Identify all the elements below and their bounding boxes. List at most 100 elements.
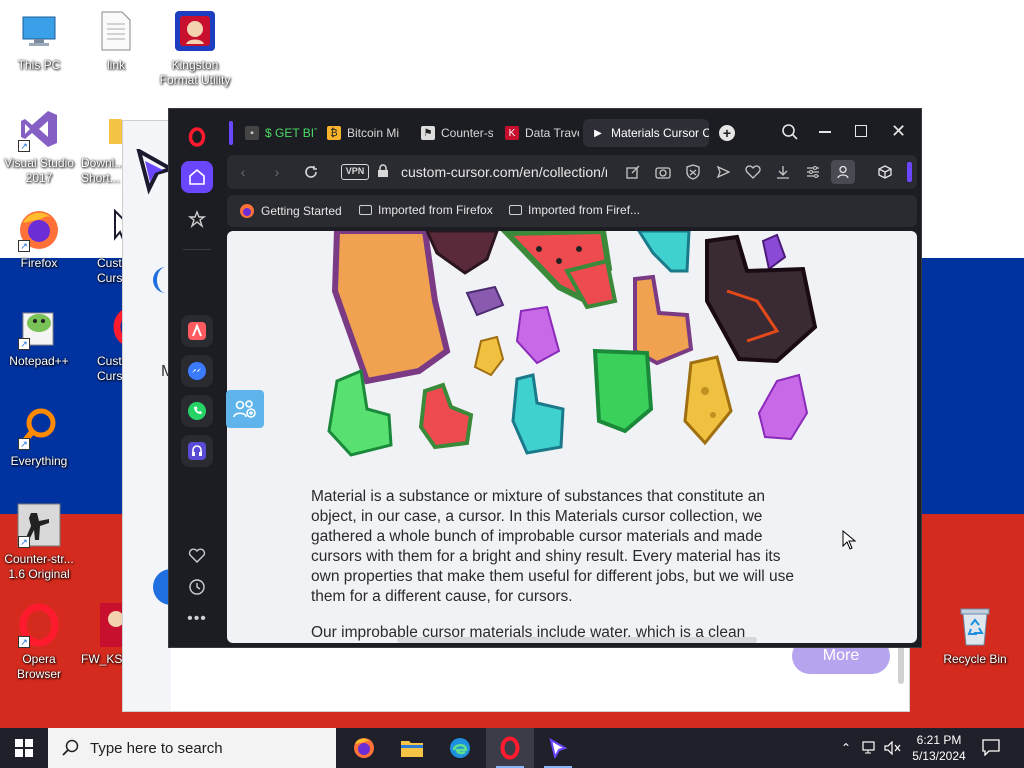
heart-icon[interactable] — [181, 539, 213, 571]
sidebar-divider — [183, 249, 211, 250]
desktop-icon-opera[interactable]: ↗ Opera Browser — [0, 602, 78, 682]
collection-description-paragraph: Material is a substance or mixture of su… — [311, 488, 795, 605]
maximize-button[interactable] — [855, 125, 867, 137]
history-clock-icon[interactable] — [181, 571, 213, 603]
tab-favicon-icon: ₿ — [327, 126, 341, 140]
close-icon[interactable]: ✕ — [891, 121, 906, 142]
tab-label: Data Trave — [525, 126, 579, 140]
desktop-icon-everything[interactable]: ↗ Everything — [0, 404, 78, 469]
bookmark-imported-from-firefox[interactable]: Imported from Firefox — [359, 203, 493, 217]
lock-icon[interactable] — [377, 164, 389, 183]
tab-favicon-icon: K — [505, 126, 519, 140]
minimize-button[interactable] — [819, 131, 831, 133]
desktop-icon-counter-strike[interactable]: ↗ Counter-str... 1.6 Original — [0, 502, 78, 582]
desktop-icon-notepad-plus[interactable]: ↗ Notepad++ — [0, 304, 78, 369]
vpn-badge[interactable]: VPN — [341, 164, 369, 180]
bookmark-label: Getting Started — [261, 204, 342, 218]
taskbar-file-explorer[interactable] — [388, 728, 436, 768]
shortcut-arrow-icon: ↗ — [18, 438, 30, 450]
more-options-icon[interactable]: ••• — [181, 603, 213, 635]
tab-favicon-icon: ▶ — [594, 127, 602, 139]
reload-icon[interactable] — [301, 162, 321, 182]
taskbar-custom-cursor[interactable] — [534, 728, 582, 768]
folder-icon — [359, 205, 372, 215]
edge-icon — [450, 738, 470, 758]
bookmarks-bar: Getting Started Imported from Firefox Im… — [227, 195, 917, 227]
bookmark-getting-started[interactable]: Getting Started — [239, 203, 342, 219]
sidebar-toggle-accent[interactable] — [907, 162, 912, 182]
volume-muted-icon[interactable] — [884, 741, 902, 755]
home-icon[interactable] — [181, 161, 213, 193]
desktop-icon-fw-ks1[interactable]: FW_KS1... — [77, 602, 127, 667]
taskbar-firefox[interactable] — [340, 728, 388, 768]
bookmark-heart-icon[interactable] — [743, 162, 763, 182]
desktop-icon-label: Everything — [10, 454, 68, 468]
tab-search-icon[interactable] — [781, 123, 799, 146]
flow-send-icon[interactable] — [713, 162, 733, 182]
aria-ai-icon[interactable] — [181, 315, 213, 347]
back-icon[interactable]: ‹ — [233, 162, 253, 182]
bookmark-imported-from-firef[interactable]: Imported from Firef... — [509, 203, 640, 217]
taskbar-edge[interactable] — [436, 728, 484, 768]
desktop-icon-custom-cursor-1[interactable]: Cust... Curs... — [77, 206, 127, 286]
opera-icon: ↗ — [16, 602, 62, 648]
desktop-icon-firefox[interactable]: ↗ Firefox — [0, 206, 78, 271]
desktop-icon-kingston[interactable]: Kingston Format Utility — [156, 8, 234, 88]
tab-counter-st[interactable]: ⚑ Counter-st — [413, 119, 493, 147]
url-field[interactable]: custom-cursor.com/en/collection/m — [401, 164, 607, 180]
opera-menu-icon[interactable] — [181, 121, 213, 153]
kingston-icon — [172, 8, 218, 54]
music-player-icon[interactable] — [181, 435, 213, 467]
page-horizontal-scrollbar[interactable] — [397, 637, 757, 643]
taskbar-search-box[interactable]: Type here to search — [48, 728, 336, 768]
tray-overflow-chevron-icon[interactable]: ⌃ — [838, 741, 854, 755]
folder-icon — [509, 205, 522, 215]
bookmark-label: Imported from Firefox — [378, 203, 493, 217]
start-button[interactable] — [0, 728, 48, 768]
download-icon[interactable] — [773, 162, 793, 182]
forward-icon[interactable]: › — [267, 162, 287, 182]
messenger-icon[interactable] — [181, 355, 213, 387]
notifications-icon[interactable] — [982, 738, 1000, 761]
desktop-icon-downloads[interactable]: Downl... Short... — [77, 106, 127, 186]
pinboard-star-icon[interactable] — [181, 203, 213, 235]
desktop-icon-label: Counter-str... 1.6 Original — [4, 552, 74, 581]
tab-label: Materials Cursor C — [611, 126, 709, 140]
desktop-icon-label: Recycle Bin — [943, 652, 1007, 666]
desktop-icon-label: Visual Studio 2017 — [4, 156, 74, 185]
opera-browser-window: ••• ▪ $ GET BIT ₿ Bitcoin Mi ⚑ Counter-s… — [168, 108, 922, 648]
desktop-icon-label: This PC — [17, 58, 61, 72]
tab-materials-cursor[interactable]: ▶ Materials Cursor C — [583, 119, 709, 147]
bookmark-label: Imported from Firef... — [528, 203, 641, 217]
whatsapp-icon[interactable] — [181, 395, 213, 427]
visual-studio-icon: ↗ — [16, 106, 62, 152]
background-window-panel — [123, 121, 171, 711]
tab-label: Bitcoin Mi — [347, 126, 400, 140]
taskbar-clock[interactable]: 6:21 PM 5/13/2024 — [906, 732, 972, 764]
tab-bitcoin-mi[interactable]: ₿ Bitcoin Mi — [319, 119, 405, 147]
desktop-icon-this-pc[interactable]: This PC — [0, 8, 78, 73]
profile-icon[interactable] — [831, 160, 855, 184]
shortcut-arrow-icon: ↗ — [18, 240, 30, 252]
taskbar-opera[interactable] — [486, 728, 534, 768]
new-tab-button[interactable]: + — [719, 125, 735, 141]
desktop-icon-visual-studio[interactable]: ↗ Visual Studio 2017 — [0, 106, 78, 186]
taskbar: Type here to search ⌃ 6:21 PM 5/13/2024 — [0, 728, 1024, 768]
edit-share-icon[interactable] — [623, 162, 643, 182]
floating-users-button[interactable] — [226, 390, 264, 428]
desktop-icon-link[interactable]: link — [77, 8, 155, 73]
extensions-cube-icon[interactable] — [875, 162, 895, 182]
snapshot-camera-icon[interactable] — [653, 162, 673, 182]
easy-setup-icon[interactable] — [803, 162, 823, 182]
desktop-icon-custom-cursor-2[interactable]: Cust... Curs... — [77, 304, 127, 384]
clock-time: 6:21 PM — [916, 733, 962, 747]
tab-data-trave[interactable]: K Data Trave — [497, 119, 579, 147]
desktop-icon-recycle-bin[interactable]: Recycle Bin — [936, 602, 1014, 667]
network-icon[interactable] — [862, 741, 878, 755]
system-tray: ⌃ — [838, 728, 902, 768]
firefox-icon: ↗ — [16, 206, 62, 252]
tab-get-bit[interactable]: ▪ $ GET BIT — [237, 119, 317, 147]
adblock-shield-icon[interactable] — [683, 162, 703, 182]
tab-favicon-icon: ⚑ — [421, 126, 435, 140]
cursor-app-icon — [549, 738, 568, 758]
